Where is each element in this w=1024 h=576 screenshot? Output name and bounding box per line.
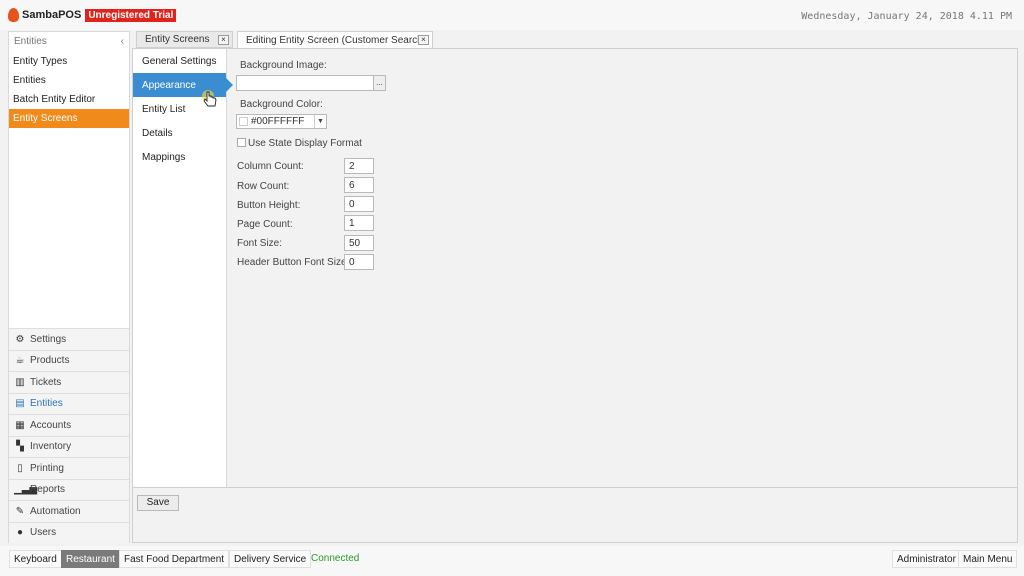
tab-entity-screens[interactable]: Entity Screens × <box>136 31 233 48</box>
user-button[interactable]: Administrator <box>892 550 961 568</box>
nav-reports[interactable]: ▁▃▅ Reports <box>9 478 129 500</box>
entity-types-link[interactable]: Entity Types <box>9 52 129 71</box>
nav-settings[interactable]: ⚙ Settings <box>9 328 129 350</box>
brand: SambaPOS Unregistered Trial <box>8 8 177 22</box>
restaurant-button[interactable]: Restaurant <box>61 550 120 568</box>
menu-general-settings[interactable]: General Settings <box>133 49 226 73</box>
browse-button[interactable]: ... <box>373 75 386 91</box>
header-button-font-size-input[interactable]: 0 <box>344 254 374 270</box>
background-image-input[interactable] <box>236 75 374 91</box>
nav-printing-label: Printing <box>30 462 64 474</box>
tab-editing-entity-screen[interactable]: Editing Entity Screen (Customer Search) … <box>237 31 433 49</box>
pen-icon: ✎ <box>15 505 25 517</box>
entity-screens-link[interactable]: Entity Screens <box>9 109 129 128</box>
user-icon: ● <box>16 527 24 539</box>
calculator-icon: ▦ <box>15 419 25 431</box>
datetime: Wednesday, January 24, 2018 4.11 PM <box>801 11 1012 22</box>
nav-users-label: Users <box>30 527 57 539</box>
main-navigation: ⚙ Settings ☕ Products ▥ Tickets ▤ Entiti… <box>9 328 129 543</box>
nav-products[interactable]: ☕ Products <box>9 349 129 371</box>
sambapos-logo-icon <box>8 8 19 22</box>
font-size-input[interactable]: 50 <box>344 235 374 251</box>
background-color-select[interactable]: #00FFFFFF ▼ <box>236 114 327 129</box>
row-count-label: Row Count: <box>237 181 290 192</box>
column-count-input[interactable]: 2 <box>344 158 374 174</box>
nav-users[interactable]: ● Users <box>9 521 129 543</box>
button-height-input[interactable]: 0 <box>344 196 374 212</box>
close-icon[interactable]: × <box>218 35 229 45</box>
tab-editing-entity-screen-label: Editing Entity Screen (Customer Search) <box>246 35 427 46</box>
nav-accounts-label: Accounts <box>30 419 72 431</box>
bar-chart-icon: ▁▃▅ <box>14 484 38 496</box>
background-color-label: Background Color: <box>240 99 323 110</box>
use-state-display-format-checkbox[interactable] <box>237 138 246 147</box>
document-icon: ▯ <box>17 462 23 474</box>
font-size-label: Font Size: <box>237 238 283 249</box>
color-swatch <box>239 117 248 126</box>
keyboard-button[interactable]: Keyboard <box>9 550 62 568</box>
brand-name: SambaPOS <box>22 9 82 21</box>
gear-icon: ⚙ <box>15 333 25 345</box>
chevron-down-icon[interactable]: ▼ <box>314 115 326 128</box>
nav-automation[interactable]: ✎ Automation <box>9 500 129 522</box>
nav-tickets[interactable]: ▥ Tickets <box>9 371 129 393</box>
menu-mappings[interactable]: Mappings <box>133 145 226 169</box>
hand-cursor-icon <box>202 90 217 107</box>
nav-entities[interactable]: ▤ Entities <box>9 392 129 414</box>
tab-entity-screens-label: Entity Screens <box>145 34 210 45</box>
inventory-icon: ▚ <box>16 441 24 453</box>
nav-printing[interactable]: ▯ Printing <box>9 457 129 479</box>
trial-badge: Unregistered Trial <box>85 8 177 22</box>
nav-accounts[interactable]: ▦ Accounts <box>9 414 129 436</box>
bottom-separator <box>133 487 1017 488</box>
header-button-font-size-label: Header Button Font Size: <box>237 257 350 268</box>
coffee-icon: ☕ <box>15 355 25 367</box>
collapse-icon[interactable]: ‹ <box>121 36 124 48</box>
nav-automation-label: Automation <box>30 505 81 517</box>
main-menu-button[interactable]: Main Menu <box>958 550 1018 568</box>
connection-status: Connected <box>311 553 360 564</box>
nav-tickets-label: Tickets <box>30 376 62 388</box>
entities-panel: Entities ‹ Entity Types Entities Batch E… <box>8 31 130 543</box>
button-height-label: Button Height: <box>237 200 301 211</box>
books-icon: ▥ <box>15 376 25 388</box>
page-count-label: Page Count: <box>237 219 293 230</box>
nav-entities-label: Entities <box>30 398 63 410</box>
use-state-display-format-label: Use State Display Format <box>248 138 362 149</box>
nav-reports-label: Reports <box>30 484 66 496</box>
entities-panel-title: Entities <box>14 36 47 47</box>
save-button[interactable]: Save <box>137 495 179 511</box>
batch-entity-editor-link[interactable]: Batch Entity Editor <box>9 90 129 109</box>
nav-inventory[interactable]: ▚ Inventory <box>9 435 129 457</box>
nav-inventory-label: Inventory <box>30 441 72 453</box>
settings-menu: General Settings Appearance Entity List … <box>133 49 233 487</box>
delivery-service-button[interactable]: Delivery Service <box>229 550 312 568</box>
nav-products-label: Products <box>30 355 70 367</box>
department-button[interactable]: Fast Food Department <box>119 550 230 568</box>
nav-settings-label: Settings <box>30 333 67 345</box>
column-count-label: Column Count: <box>237 161 304 172</box>
menu-details[interactable]: Details <box>133 121 226 145</box>
background-color-value: #00FFFFFF <box>251 116 305 127</box>
row-count-input[interactable]: 6 <box>344 177 374 193</box>
entities-link[interactable]: Entities <box>9 71 129 90</box>
close-icon[interactable]: × <box>418 35 429 45</box>
table-icon: ▤ <box>15 398 25 410</box>
page-count-input[interactable]: 1 <box>344 215 374 231</box>
entities-panel-header: Entities ‹ <box>9 32 129 52</box>
background-image-label: Background Image: <box>240 60 327 71</box>
